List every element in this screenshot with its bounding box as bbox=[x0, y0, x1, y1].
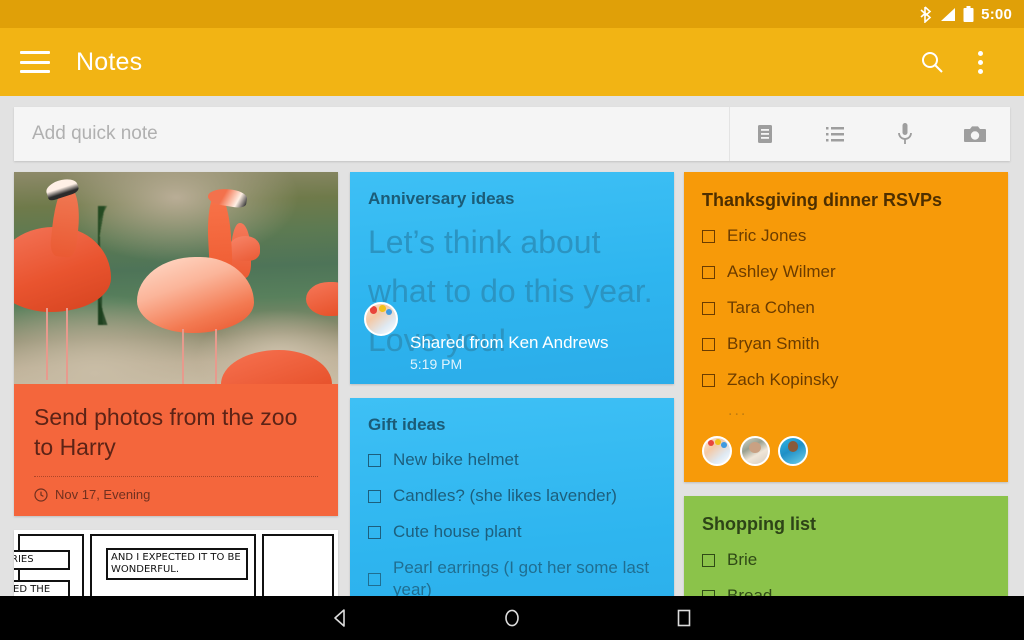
reminder-text: Nov 17, Evening bbox=[55, 487, 151, 502]
checkbox-icon[interactable] bbox=[368, 572, 381, 586]
photo-note-body: Send photos from the zoo to Harry Nov 17… bbox=[14, 384, 338, 516]
signal-icon bbox=[941, 7, 956, 21]
list-item[interactable]: Zach Kopinsky bbox=[702, 362, 990, 398]
list-item[interactable]: Bryan Smith bbox=[702, 326, 990, 362]
search-button[interactable] bbox=[908, 38, 956, 86]
checkbox-icon[interactable] bbox=[368, 489, 381, 503]
flamingo-shape bbox=[182, 328, 185, 384]
quick-note-input[interactable] bbox=[14, 107, 729, 161]
recents-nav-icon bbox=[677, 609, 691, 627]
list-item-label: Pearl earrings (I got her some last year… bbox=[393, 558, 650, 599]
anniversary-title: Anniversary ideas bbox=[368, 189, 515, 208]
list-item[interactable]: Ashley Wilmer bbox=[702, 254, 990, 290]
checkbox-icon[interactable] bbox=[702, 301, 715, 315]
new-photo-note-icon bbox=[964, 126, 986, 142]
new-voice-note-button[interactable] bbox=[870, 107, 940, 161]
battery-icon bbox=[963, 5, 974, 22]
home-nav-button[interactable] bbox=[486, 596, 538, 640]
system-navigation-bar bbox=[0, 596, 1024, 640]
avatar[interactable] bbox=[778, 436, 808, 466]
avatar[interactable] bbox=[702, 436, 732, 466]
list-item-label: Bryan Smith bbox=[727, 334, 820, 353]
comic-bubble-3: AND I EXPECTED IT TO BE WONDERFUL. bbox=[106, 548, 248, 580]
shopping-list-title: Shopping list bbox=[702, 514, 816, 534]
list-item-label: Ashley Wilmer bbox=[727, 262, 836, 281]
flamingos-photo bbox=[14, 172, 338, 384]
notes-column-1: Send photos from the zoo to Harry Nov 17… bbox=[14, 172, 338, 640]
avatar[interactable] bbox=[740, 436, 770, 466]
flamingo-shape bbox=[46, 307, 49, 380]
more-items-indicator: ... bbox=[728, 402, 748, 419]
overflow-menu-icon bbox=[977, 50, 983, 74]
recents-nav-button[interactable] bbox=[658, 596, 710, 640]
notes-column-2: Anniversary ideas Let’s think about what… bbox=[350, 172, 674, 640]
comic-bubble-1: RIES bbox=[14, 550, 70, 570]
list-item-label: Eric Jones bbox=[727, 226, 807, 245]
shared-time: 5:19 PM bbox=[410, 356, 463, 372]
search-icon bbox=[922, 52, 943, 73]
reminder-row[interactable]: Nov 17, Evening bbox=[34, 487, 318, 502]
quick-note-bar bbox=[14, 107, 1010, 161]
shared-from-label: Shared from Ken Andrews bbox=[410, 333, 609, 352]
thanksgiving-list: Eric Jones Ashley Wilmer Tara Cohen Brya… bbox=[702, 218, 990, 420]
quick-note-actions bbox=[729, 107, 1010, 161]
checkbox-icon[interactable] bbox=[702, 337, 715, 351]
status-clock: 5:00 bbox=[981, 5, 1012, 23]
new-text-note-button[interactable] bbox=[730, 107, 800, 161]
clock-icon bbox=[34, 487, 48, 502]
checkbox-icon[interactable] bbox=[702, 553, 715, 567]
back-nav-button[interactable] bbox=[314, 596, 366, 640]
gift-ideas-title: Gift ideas bbox=[368, 415, 446, 434]
home-nav-icon bbox=[505, 609, 519, 627]
new-text-note-icon bbox=[758, 125, 772, 143]
new-photo-note-button[interactable] bbox=[940, 107, 1010, 161]
overflow-menu-button[interactable] bbox=[956, 38, 1004, 86]
notes-column-3: Thanksgiving dinner RSVPs Eric Jones Ash… bbox=[684, 172, 1008, 640]
flamingo-shape bbox=[221, 350, 332, 384]
flamingo-shape bbox=[214, 328, 217, 384]
checkbox-icon[interactable] bbox=[368, 525, 381, 539]
thanksgiving-title: Thanksgiving dinner RSVPs bbox=[702, 190, 943, 210]
notes-board: Send photos from the zoo to Harry Nov 17… bbox=[14, 172, 1010, 640]
app-bar: Notes bbox=[0, 28, 1024, 96]
list-item[interactable]: Cute house plant bbox=[368, 514, 656, 550]
flamingo-shape bbox=[65, 307, 68, 384]
list-item[interactable]: Brie bbox=[702, 542, 990, 578]
status-bar: 5:00 bbox=[0, 0, 1024, 28]
checkbox-icon[interactable] bbox=[702, 373, 715, 387]
page-title: Notes bbox=[76, 47, 143, 76]
checkbox-icon[interactable] bbox=[368, 453, 381, 467]
avatar[interactable] bbox=[364, 302, 398, 336]
photo-note-title: Send photos from the zoo to Harry bbox=[34, 404, 298, 460]
note-card-anniversary[interactable]: Anniversary ideas Let’s think about what… bbox=[350, 172, 674, 384]
note-card-thanksgiving[interactable]: Thanksgiving dinner RSVPs Eric Jones Ash… bbox=[684, 172, 1008, 482]
new-voice-note-icon bbox=[898, 123, 912, 144]
list-item[interactable]: Eric Jones bbox=[702, 218, 990, 254]
list-item-label: Tara Cohen bbox=[727, 298, 815, 317]
collaborator-avatars bbox=[702, 420, 990, 466]
list-item-label: Zach Kopinsky bbox=[727, 370, 839, 389]
bluetooth-icon bbox=[920, 5, 932, 23]
notes-app-screen: 5:00 Notes Add quick note Send photos fr… bbox=[0, 0, 1024, 640]
checkbox-icon[interactable] bbox=[702, 229, 715, 243]
new-list-note-button[interactable] bbox=[800, 107, 870, 161]
hamburger-menu-icon[interactable] bbox=[20, 51, 50, 73]
list-item-label: Brie bbox=[727, 550, 758, 569]
list-item-label: Candles? (she likes lavender) bbox=[393, 486, 617, 505]
share-strip: Shared from Ken Andrews 5:19 PM bbox=[350, 302, 674, 384]
checkbox-icon[interactable] bbox=[702, 265, 715, 279]
list-item-label: Cute house plant bbox=[393, 522, 522, 541]
new-list-note-icon bbox=[826, 127, 844, 142]
divider bbox=[34, 476, 318, 477]
list-item[interactable]: New bike helmet bbox=[368, 442, 656, 478]
back-nav-icon bbox=[334, 609, 345, 627]
note-card-photo[interactable]: Send photos from the zoo to Harry Nov 17… bbox=[14, 172, 338, 516]
list-item[interactable]: Candles? (she likes lavender) bbox=[368, 478, 656, 514]
flamingo-shape bbox=[227, 235, 261, 262]
thanksgiving-content: Thanksgiving dinner RSVPs Eric Jones Ash… bbox=[684, 172, 1008, 482]
list-item-label: New bike helmet bbox=[393, 450, 519, 469]
flamingo-shape bbox=[137, 256, 254, 334]
list-item[interactable]: Tara Cohen bbox=[702, 290, 990, 326]
flamingo-shape bbox=[305, 282, 338, 317]
